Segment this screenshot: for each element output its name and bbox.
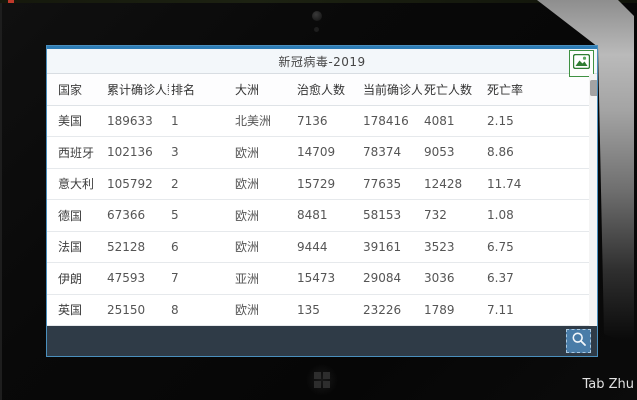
table-cell: 9444 bbox=[295, 231, 361, 263]
table-cell: 11.74 bbox=[485, 168, 589, 200]
table-cell: 美国 bbox=[47, 105, 105, 137]
column-header: 死亡率 bbox=[485, 74, 589, 105]
table-cell: 67366 bbox=[105, 200, 169, 232]
vertical-scrollbar[interactable] bbox=[589, 74, 597, 326]
table-cell: 6.37 bbox=[485, 263, 589, 295]
table-cell: 29084 bbox=[361, 263, 422, 295]
table-cell: 23226 bbox=[361, 294, 422, 326]
table-container: 国家累计确诊人数排名大洲治愈人数当前确诊人数死亡人数死亡率 美国1896331北… bbox=[47, 74, 597, 326]
table-cell: 102136 bbox=[105, 137, 169, 169]
table-cell: 3036 bbox=[422, 263, 485, 295]
column-header: 国家 bbox=[47, 74, 105, 105]
table-cell: 1.08 bbox=[485, 200, 589, 232]
table-cell: 25150 bbox=[105, 294, 169, 326]
table-cell: 意大利 bbox=[47, 168, 105, 200]
table-cell: 7136 bbox=[295, 105, 361, 137]
table-cell: 1 bbox=[169, 105, 233, 137]
column-header: 当前确诊人数 bbox=[361, 74, 422, 105]
table-cell: 欧洲 bbox=[233, 231, 295, 263]
table-cell: 8481 bbox=[295, 200, 361, 232]
table-cell: 2 bbox=[169, 168, 233, 200]
table-cell: 7.11 bbox=[485, 294, 589, 326]
table-cell: 8 bbox=[169, 294, 233, 326]
table-cell: 德国 bbox=[47, 200, 105, 232]
table-cell: 732 bbox=[422, 200, 485, 232]
table-cell: 3 bbox=[169, 137, 233, 169]
device-label: Tab Zhu bbox=[582, 377, 634, 392]
window-titlebar: 新冠病毒-2019 bbox=[47, 46, 597, 74]
table-header-row: 国家累计确诊人数排名大洲治愈人数当前确诊人数死亡人数死亡率 bbox=[47, 74, 589, 105]
table-cell: 欧洲 bbox=[233, 294, 295, 326]
column-header: 死亡人数 bbox=[422, 74, 485, 105]
table-cell: 3523 bbox=[422, 231, 485, 263]
covid-data-table: 国家累计确诊人数排名大洲治愈人数当前确诊人数死亡人数死亡率 美国1896331北… bbox=[47, 74, 589, 326]
table-cell: 5 bbox=[169, 200, 233, 232]
table-cell: 4081 bbox=[422, 105, 485, 137]
windows-logo-icon bbox=[314, 372, 330, 388]
table-cell: 39161 bbox=[361, 231, 422, 263]
table-row[interactable]: 西班牙1021363欧洲147097837490538.86 bbox=[47, 137, 589, 169]
table-cell: 欧洲 bbox=[233, 200, 295, 232]
table-cell: 12428 bbox=[422, 168, 485, 200]
table-cell: 47593 bbox=[105, 263, 169, 295]
table-row[interactable]: 伊朗475937亚洲154732908430366.37 bbox=[47, 263, 589, 295]
table-row[interactable]: 法国521286欧洲94443916135236.75 bbox=[47, 231, 589, 263]
window-bottombar bbox=[47, 326, 597, 356]
recording-indicator bbox=[8, 0, 14, 3]
column-header: 累计确诊人数 bbox=[105, 74, 169, 105]
sensor-dot bbox=[314, 27, 319, 32]
window-title: 新冠病毒-2019 bbox=[278, 53, 365, 70]
table-cell: 77635 bbox=[361, 168, 422, 200]
table-cell: 西班牙 bbox=[47, 137, 105, 169]
table-cell: 7 bbox=[169, 263, 233, 295]
table-cell: 6.75 bbox=[485, 231, 589, 263]
table-cell: 14709 bbox=[295, 137, 361, 169]
column-header: 治愈人数 bbox=[295, 74, 361, 105]
table-cell: 9053 bbox=[422, 137, 485, 169]
table-row[interactable]: 意大利1057922欧洲15729776351242811.74 bbox=[47, 168, 589, 200]
table-cell: 北美洲 bbox=[233, 105, 295, 137]
column-header: 大洲 bbox=[233, 74, 295, 105]
table-cell: 105792 bbox=[105, 168, 169, 200]
search-button[interactable] bbox=[566, 329, 591, 353]
image-export-icon bbox=[573, 54, 590, 73]
table-cell: 189633 bbox=[105, 105, 169, 137]
table-cell: 英国 bbox=[47, 294, 105, 326]
table-cell: 135 bbox=[295, 294, 361, 326]
table-cell: 58153 bbox=[361, 200, 422, 232]
table-cell: 15729 bbox=[295, 168, 361, 200]
table-cell: 欧洲 bbox=[233, 168, 295, 200]
table-cell: 1789 bbox=[422, 294, 485, 326]
table-row[interactable]: 英国251508欧洲1352322617897.11 bbox=[47, 294, 589, 326]
table-cell: 8.86 bbox=[485, 137, 589, 169]
table-cell: 52128 bbox=[105, 231, 169, 263]
search-icon bbox=[571, 331, 587, 351]
table-cell: 伊朗 bbox=[47, 263, 105, 295]
table-cell: 15473 bbox=[295, 263, 361, 295]
app-window: 新冠病毒-2019 国家累计确诊人数排名大洲治愈人数当前确诊人数死亡人数死亡率 … bbox=[46, 45, 598, 357]
column-header: 排名 bbox=[169, 74, 233, 105]
table-row[interactable]: 德国673665欧洲8481581537321.08 bbox=[47, 200, 589, 232]
table-cell: 欧洲 bbox=[233, 137, 295, 169]
table-cell: 亚洲 bbox=[233, 263, 295, 295]
camera-icon bbox=[312, 11, 322, 21]
table-cell: 6 bbox=[169, 231, 233, 263]
scrollbar-thumb[interactable] bbox=[590, 80, 597, 96]
windows-home-button[interactable] bbox=[306, 364, 338, 396]
table-cell: 法国 bbox=[47, 231, 105, 263]
table-cell: 178416 bbox=[361, 105, 422, 137]
table-cell: 2.15 bbox=[485, 105, 589, 137]
table-row[interactable]: 美国1896331北美洲713617841640812.15 bbox=[47, 105, 589, 137]
table-cell: 78374 bbox=[361, 137, 422, 169]
export-image-button[interactable] bbox=[569, 50, 594, 77]
